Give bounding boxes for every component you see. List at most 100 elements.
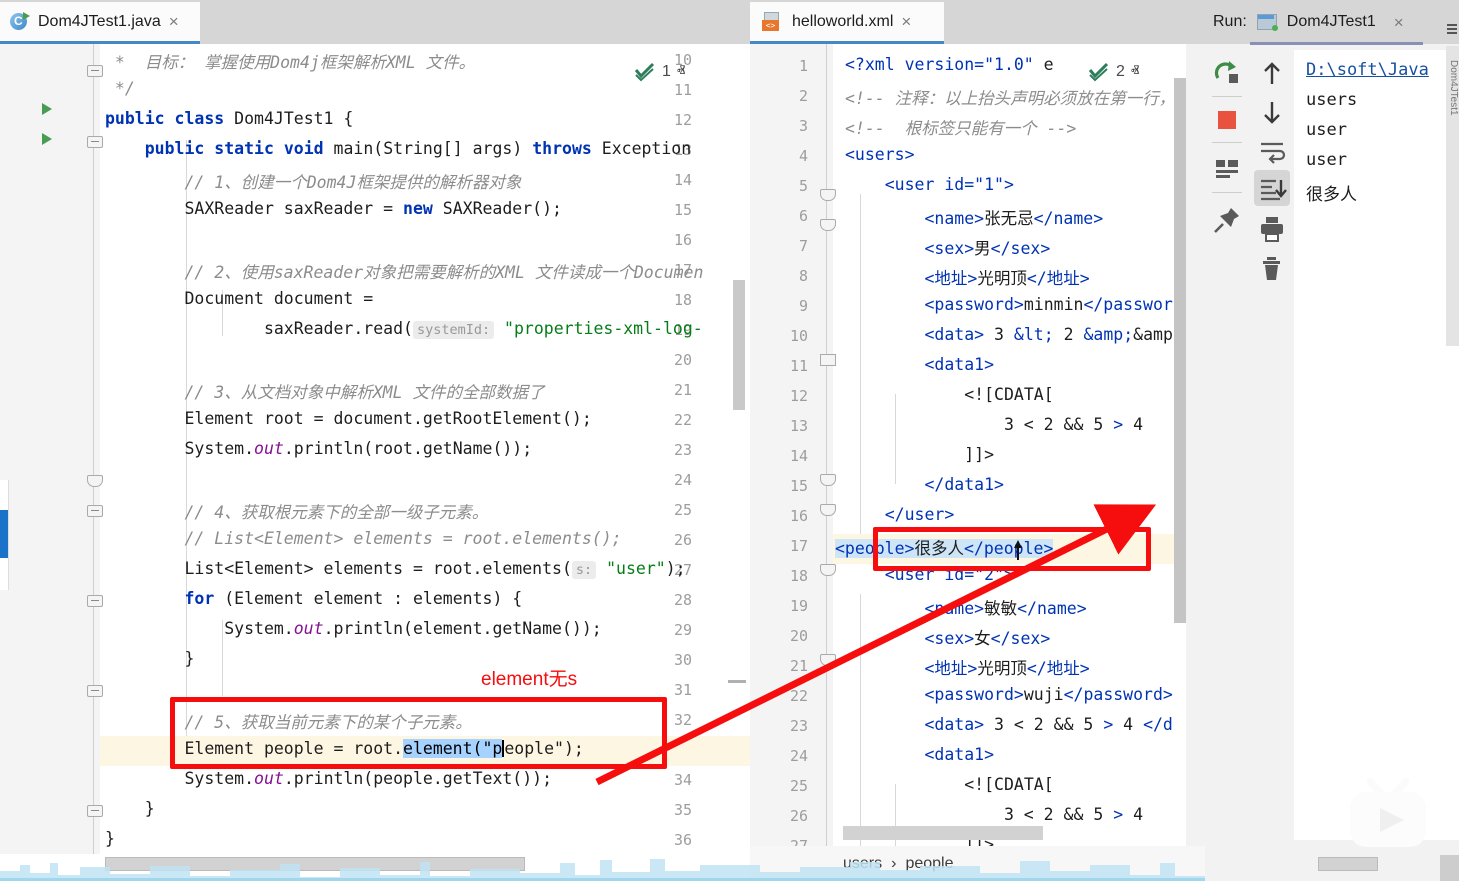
code-line[interactable]: // 3、从文档对象中解析XML 文件的全部数据了 (105, 379, 544, 403)
code-line[interactable]: * 目标： 掌握使用Dom4j框架解析XML 文件。 (105, 49, 475, 73)
xml-code-line[interactable]: <data1> (845, 355, 994, 374)
java-gutter[interactable] (0, 44, 100, 854)
fold-toggle[interactable] (820, 654, 836, 666)
print-icon[interactable] (1254, 210, 1290, 246)
fold-toggle[interactable] (87, 475, 103, 487)
xml-code-line[interactable]: <地址>光明顶</地址> (845, 655, 1090, 679)
code-line[interactable]: // 2、使用saxReader对象把需要解析的XML 文件读成一个Docume… (105, 259, 703, 283)
inspection-count: 2 (1116, 63, 1125, 81)
run-config-name[interactable]: Dom4JTest1 (1287, 13, 1376, 31)
code-line[interactable]: System.out.println(element.getName()); (105, 619, 602, 638)
down-arrow-icon[interactable] (1254, 94, 1290, 130)
line-number: 22 (778, 687, 808, 705)
fold-toggle[interactable] (820, 564, 836, 576)
console-layout-icon[interactable] (1209, 150, 1245, 186)
xml-code-line[interactable]: ]]> (845, 445, 994, 464)
line-number: 32 (674, 711, 692, 729)
console-link[interactable]: D:\soft\Java (1306, 60, 1429, 80)
xml-code-line[interactable]: <name>敏敏</name> (845, 595, 1087, 619)
scroll-to-end-icon[interactable] (1254, 170, 1290, 206)
close-icon[interactable]: × (169, 13, 179, 30)
run-method-gutter-icon[interactable] (42, 133, 52, 145)
chevron-up-icon[interactable]: ⱏ (1131, 62, 1139, 82)
pin-icon[interactable] (1209, 202, 1245, 238)
xml-code-line[interactable]: <?xml version="1.0" e (845, 55, 1054, 74)
java-inspection-widget[interactable]: 1 ⱏ ⱟ (634, 62, 691, 82)
code-line[interactable]: Document document = (105, 289, 373, 308)
xml-code-line[interactable]: </user> (845, 505, 954, 524)
xml-code-line[interactable]: <users> (845, 145, 915, 164)
code-line[interactable]: // List<Element> elements = root.element… (105, 529, 622, 548)
xml-code-line[interactable]: <![CDATA[ (845, 385, 1054, 404)
fold-toggle[interactable] (820, 189, 836, 201)
code-line[interactable]: } (105, 649, 194, 668)
far-left-scrollbar-thumb[interactable] (0, 510, 8, 558)
rerun-icon[interactable] (1209, 56, 1245, 92)
run-side-label[interactable]: Dom4JTest1 (1448, 60, 1459, 116)
code-line[interactable]: public static void main(String[] args) t… (105, 139, 691, 158)
xml-vertical-scrollbar[interactable] (1174, 78, 1186, 623)
code-line[interactable]: // 4、获取根元素下的全部一级子元素。 (105, 499, 488, 523)
run-class-gutter-icon[interactable] (42, 103, 52, 115)
fold-toggle[interactable] (87, 685, 103, 697)
chevron-up-icon[interactable]: ⱏ (677, 62, 685, 82)
close-icon[interactable]: × (901, 13, 911, 30)
xml-code-line[interactable]: <data> 3 &lt; 2 &amp;&amp (845, 325, 1173, 344)
fold-toggle[interactable] (820, 504, 836, 516)
fold-toggle[interactable] (87, 805, 103, 817)
up-arrow-icon[interactable] (1254, 56, 1290, 92)
code-line[interactable]: } (105, 829, 115, 848)
line-number: 12 (674, 111, 692, 129)
line-number: 11 (778, 357, 808, 375)
xml-code-area[interactable]: 1 2 3 4 5 6 7 8 9 10 11 12 13 14 15 16 17 18 19 20 21 22 23 24 2… (750, 44, 1205, 854)
trash-icon[interactable] (1254, 250, 1290, 286)
fold-toggle[interactable] (87, 505, 103, 517)
code-line[interactable]: public class Dom4JTest1 { (105, 109, 353, 128)
xml-horizontal-scrollbar[interactable] (843, 826, 1043, 840)
close-icon[interactable]: × (1394, 14, 1404, 31)
xml-inspection-widget[interactable]: 2 ⱏ ⱟ (1088, 62, 1145, 82)
code-line[interactable]: System.out.println(root.getName()); (105, 439, 532, 458)
fold-toggle[interactable] (87, 136, 103, 148)
xml-code-line[interactable]: <地址>光明顶</地址> (845, 265, 1090, 289)
xml-code-line[interactable]: <data> 3 < 2 && 5 > 4 </d (845, 715, 1173, 734)
fold-toggle[interactable] (87, 595, 103, 607)
code-line[interactable]: // 1、创建一个Dom4J框架提供的解析器对象 (105, 169, 521, 193)
xml-right-margin (1186, 44, 1205, 854)
code-line[interactable]: System.out.println(people.getText()); (105, 769, 552, 788)
code-line[interactable]: */ (105, 79, 135, 98)
code-line[interactable]: List<Element> elements = root.elements(s… (105, 559, 686, 578)
java-vertical-scrollbar[interactable] (733, 280, 745, 410)
code-line[interactable]: for (Element element : elements) { (105, 589, 522, 608)
xml-code-line[interactable]: <sex>女</sex> (845, 625, 1050, 649)
run-label: Run: (1213, 13, 1247, 31)
tab-helloworld-xml[interactable]: <> helloworld.xml × (750, 2, 944, 44)
soft-wrap-icon[interactable] (1254, 132, 1290, 168)
xml-code-line[interactable]: <!-- 注释：以上抬头声明必须放在第一行， (845, 85, 1175, 109)
code-line[interactable]: } (105, 799, 155, 818)
code-line[interactable]: saxReader.read(systemId: "properties-xml… (105, 319, 703, 338)
xml-code-line[interactable]: <password>wuji</password> (845, 685, 1173, 704)
tab-dom4jtest1-java[interactable]: C Dom4JTest1.java × (0, 2, 200, 44)
stop-icon[interactable] (1209, 102, 1245, 138)
console-output[interactable]: D:\soft\Java users user user 很多人 (1294, 50, 1459, 840)
run-scroll-corner (1440, 855, 1459, 881)
xml-code-line[interactable]: <sex>男</sex> (845, 235, 1050, 259)
code-line[interactable]: SAXReader saxReader = new SAXReader(); (105, 199, 562, 218)
fold-toggle[interactable] (820, 474, 836, 486)
fold-toggle[interactable] (87, 65, 103, 77)
console-horizontal-scrollbar[interactable] (1318, 857, 1378, 871)
xml-code-line[interactable]: <user id="1"> (845, 175, 1014, 194)
xml-code-line[interactable]: <![CDATA[ (845, 775, 1054, 794)
menu-dots-icon[interactable] (1445, 22, 1459, 45)
xml-code-line[interactable]: </data1> (845, 475, 1004, 494)
fold-toggle[interactable] (820, 354, 836, 366)
xml-code-line[interactable]: <data1> (845, 745, 994, 764)
xml-code-line[interactable]: <!-- 根标签只能有一个 --> (845, 115, 1076, 139)
xml-code-line[interactable]: <name>张无忌</name> (845, 205, 1103, 229)
xml-code-line[interactable]: <password>minmin</passwor (845, 295, 1173, 314)
xml-code-line[interactable]: 3 < 2 && 5 > 4 (845, 415, 1143, 434)
xml-code-line[interactable]: 3 < 2 && 5 > 4 (845, 805, 1143, 824)
fold-toggle[interactable] (820, 219, 836, 231)
code-line[interactable]: Element root = document.getRootElement()… (105, 409, 592, 428)
